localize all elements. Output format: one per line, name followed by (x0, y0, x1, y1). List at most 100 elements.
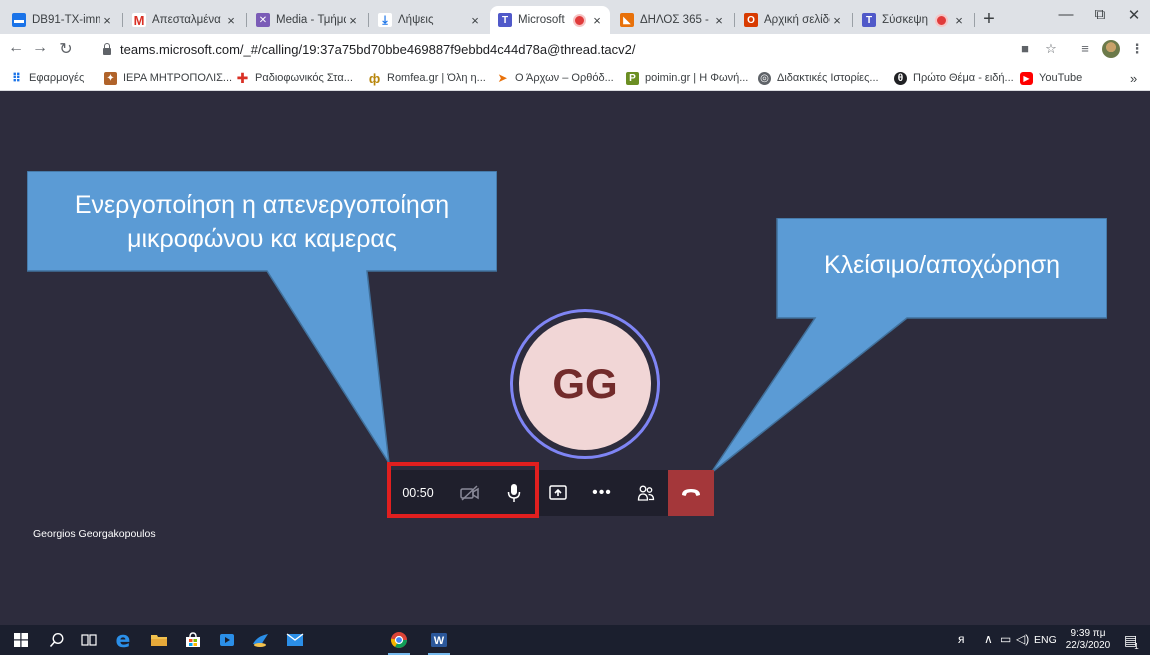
bookmark-romfea[interactable]: ф Romfea.gr | Όλη η... (368, 70, 486, 86)
network-icon[interactable]: ▭ (1000, 632, 1011, 646)
hang-up-icon (682, 489, 700, 496)
close-window-button[interactable]: ✕ (1120, 6, 1148, 24)
bookmarks-overflow-button[interactable]: » (1130, 70, 1137, 86)
tab-media[interactable]: ✕ Media - Τμήμα × (248, 6, 366, 34)
more-actions-button[interactable]: ••• (580, 470, 624, 516)
task-view-icon[interactable] (74, 625, 104, 655)
camera-indicator-icon[interactable]: ■ (1016, 41, 1034, 56)
address-bar[interactable]: teams.microsoft.com/_#/calling/19:37a75b… (102, 37, 997, 61)
close-tab-icon[interactable]: × (590, 13, 604, 28)
tab-db91[interactable]: ▬ DB91-TX-imm × (4, 6, 120, 34)
tab-downloads[interactable]: ⤓ Λήψεις × (370, 6, 488, 34)
tab-gmail[interactable]: M Απεσταλμένα × (124, 6, 244, 34)
teams-call-stage: Ενεργοποίηση η απενεργοποίηση μικροφώνου… (0, 91, 1150, 625)
paint3d-icon[interactable] (246, 625, 276, 655)
tab-label: Λήψεις (398, 14, 434, 26)
bookmark-label: Πρώτο Θέμα - ειδή... (913, 72, 1014, 84)
gmail-icon: M (132, 12, 146, 28)
notifications-icon[interactable]: ▤1 (1124, 632, 1142, 651)
bookmark-label: YouTube (1039, 72, 1083, 84)
bookmark-protothema[interactable]: θ Πρώτο Θέμα - ειδή... (894, 70, 1014, 86)
globe-icon: ◎ (758, 71, 771, 85)
church-icon: ✦ (104, 71, 117, 85)
participant-avatar-ring: GG (510, 309, 660, 459)
maximize-button[interactable]: ⧉ (1086, 6, 1114, 23)
notification-count: 1 (1134, 642, 1139, 651)
profile-avatar[interactable] (1102, 40, 1120, 58)
store-icon[interactable] (178, 625, 208, 655)
recording-icon (935, 13, 948, 27)
bookmark-didaktikes[interactable]: ◎ Διδακτικές Ιστορίες... (758, 70, 879, 86)
windows-start-icon[interactable] (6, 625, 36, 655)
tab-label: Σύσκεψη (882, 14, 928, 26)
close-tab-icon[interactable]: × (952, 13, 966, 28)
people-icon[interactable]: ᴙ (958, 632, 965, 646)
show-participants-button[interactable] (624, 470, 668, 516)
word-icon[interactable]: W (424, 625, 454, 655)
teams-icon: T (862, 13, 876, 27)
recording-icon (573, 13, 586, 27)
share-screen-button[interactable] (536, 470, 580, 516)
tab-label: Media - Τμήμα (276, 14, 346, 26)
bookmark-iera-mitropolis[interactable]: ✦ ΙΕΡΑ ΜΗΤΡΟΠΟΛΙΣ... (104, 70, 232, 86)
browser-toolbar: ← → ↻ teams.microsoft.com/_#/calling/19:… (0, 34, 1150, 65)
tab-label: Απεσταλμένα (152, 14, 221, 26)
minimize-button[interactable]: — (1052, 6, 1080, 23)
bookmark-youtube[interactable]: ▶ YouTube (1020, 70, 1082, 86)
callout-right-text: Κλείσιμο/αποχώρηση (823, 251, 1061, 279)
menu-kebab-icon[interactable]: ⋮ (1128, 41, 1146, 57)
chrome-icon[interactable] (384, 625, 414, 655)
input-language-indicator[interactable]: ENG (1034, 634, 1057, 646)
youtube-icon: ▶ (1020, 71, 1033, 85)
close-tab-icon[interactable]: × (346, 13, 360, 28)
show-hidden-icons-button[interactable]: ∧ (984, 632, 993, 646)
teams-icon: T (498, 13, 512, 27)
clock[interactable]: 9:39 πμ 22/3/2020 (1063, 628, 1113, 652)
bookmark-label: Διδακτικές Ιστορίες... (777, 72, 879, 84)
romfea-icon: ф (368, 70, 381, 86)
bookmark-apps[interactable]: ⠿ Εφαρμογές (10, 70, 84, 86)
reload-button[interactable]: ↻ (56, 39, 76, 59)
participants-icon (637, 485, 655, 501)
protothema-icon: θ (894, 71, 907, 85)
bookmark-radio[interactable]: ✚ Ραδιοφωνικός Στα... (236, 70, 353, 86)
tab-label: Microsoft (518, 14, 565, 26)
windows-taskbar: e W ᴙ ∧ ▭ ◁) ENG 9:39 πμ 22/3/2020 ▤1 (0, 625, 1150, 655)
volume-icon[interactable]: ◁) (1016, 632, 1029, 646)
tab-teams-active[interactable]: T Microsoft × (490, 6, 610, 34)
media-player-icon[interactable] (212, 625, 242, 655)
url-text: teams.microsoft.com/_#/calling/19:37a75b… (120, 41, 636, 57)
close-tab-icon[interactable]: × (468, 13, 482, 28)
tab-meeting[interactable]: T Σύσκεψη × (854, 6, 972, 34)
bookmarks-bar: ⠿ Εφαρμογές ✦ ΙΕΡΑ ΜΗΤΡΟΠΟΛΙΣ... ✚ Ραδιο… (0, 65, 1150, 91)
bookmark-archon[interactable]: ➤ Ο Άρχων – Ορθόδ... (496, 70, 614, 86)
mail-icon[interactable] (280, 625, 310, 655)
bookmark-label: poimin.gr | Η Φωνή... (645, 72, 749, 84)
back-button[interactable]: ← (6, 39, 26, 57)
hang-up-button[interactable] (668, 470, 714, 516)
bookmark-label: Ο Άρχων – Ορθόδ... (515, 72, 614, 84)
download-icon: ⤓ (378, 13, 392, 27)
tab-office[interactable]: O Αρχική σελίδα × (736, 6, 850, 34)
annotation-highlight-box (387, 462, 539, 518)
file-explorer-icon[interactable] (144, 625, 174, 655)
close-tab-icon[interactable]: × (830, 13, 844, 28)
bookmark-label: Εφαρμογές (29, 72, 85, 84)
search-icon[interactable] (42, 625, 72, 655)
tab-delos[interactable]: ◣ ΔΗΛΟΣ 365 - Κ × (612, 6, 732, 34)
tab-label: Αρχική σελίδα (764, 14, 830, 26)
bookmark-star-icon[interactable]: ☆ (1042, 41, 1060, 57)
close-tab-icon[interactable]: × (100, 13, 114, 28)
calendar-icon: ▬ (12, 13, 26, 27)
tab-label: ΔΗΛΟΣ 365 - Κ (640, 14, 712, 26)
forward-button[interactable]: → (30, 39, 50, 57)
bookmark-label: ΙΕΡΑ ΜΗΤΡΟΠΟΛΙΣ... (123, 72, 233, 84)
media-control-icon[interactable]: ≡ (1076, 41, 1094, 56)
new-tab-button[interactable]: + (978, 8, 1000, 31)
close-tab-icon[interactable]: × (224, 13, 238, 28)
tab-label: DB91-TX-imm (32, 14, 100, 26)
poimin-icon: P (626, 71, 639, 85)
edge-icon[interactable]: e (108, 625, 138, 655)
bookmark-poimin[interactable]: P poimin.gr | Η Φωνή... (626, 70, 748, 86)
close-tab-icon[interactable]: × (712, 13, 726, 28)
